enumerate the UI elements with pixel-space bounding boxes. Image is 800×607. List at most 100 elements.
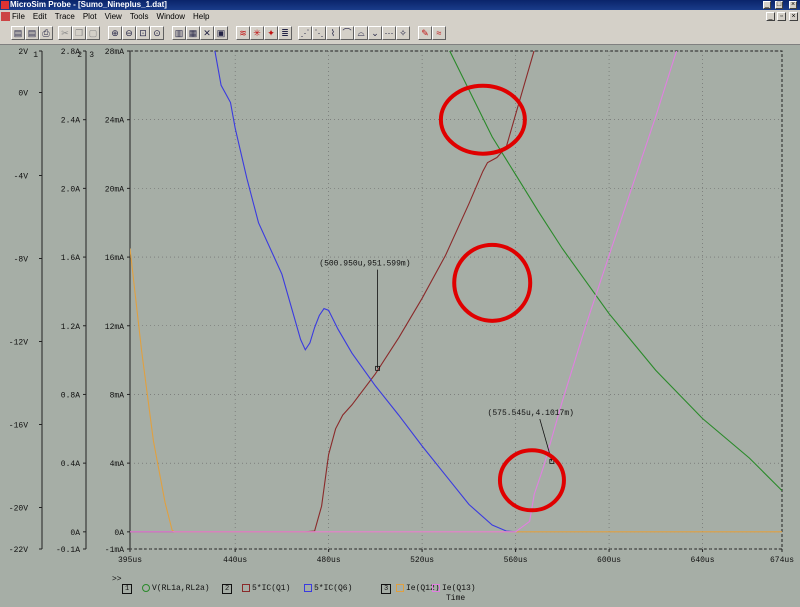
menu-view[interactable]: View [105,10,122,23]
trace-1-icon[interactable]: ≋ [236,26,250,40]
zoom-in-icon[interactable]: ⊕ [108,26,122,40]
y-axis-3-tick-label: 0A [114,529,124,538]
axis-3-icon[interactable]: ✕ [200,26,214,40]
zoom-out-icon[interactable]: ⊖ [122,26,136,40]
toolbar: ▤ ▤ ⎙ ✂ ❐ ▢ ⊕ ⊖ ⊡ ⊙ ▥ ▦ ✕ ▣ ≋ ✳ ✦ ≣ ⋰ ⋱ ⌇ ⌒ ⌓ ⌄ ⋯ ✧ ✎ ≈ [0,23,800,45]
legend-marker-icon [432,584,440,592]
cursor-2-icon[interactable]: ⋱ [312,26,326,40]
y-axis-2-tick-label: 2.0A [61,185,80,194]
y-axis-2-tick-label: -0.1A [56,546,80,555]
legend-label: 5*IC(Q6) [314,584,353,594]
menu-trace[interactable]: Trace [55,10,75,23]
cursor-readout-2: (575.545u,4.1017m) [488,409,574,418]
legend-marker-icon [304,584,312,592]
window-title: MicroSim Probe - [Sumo_Nineplus_1.dat] [10,0,167,9]
zoom-area-icon[interactable]: ⊡ [136,26,150,40]
legend-label: V(RL1a,RL2a) [152,584,210,594]
copy-icon[interactable]: ❐ [72,26,86,40]
paste-icon[interactable]: ▢ [86,26,100,40]
cursor-1-icon[interactable]: ⋰ [298,26,312,40]
maximize-button[interactable]: □ [775,1,783,9]
legend-axis-box-2[interactable]: 2 [222,584,235,594]
y-axis-1-tick-label: -12V [9,339,28,348]
menu-plot[interactable]: Plot [83,10,97,23]
y-axis-1-tick-label: -20V [9,505,28,514]
axis-2-icon[interactable]: ▦ [186,26,200,40]
open-icon[interactable]: ▤ [11,26,25,40]
plot-window[interactable]: 1 2V 0V -4V -8V -12V -16V -20V -22V 2 2.8A 2.4A 2.0A… [0,45,800,602]
series-5-ic-q1--line [130,51,535,533]
cursor-8-icon[interactable]: ✧ [396,26,410,40]
cursor-7-icon[interactable]: ⋯ [382,26,396,40]
y-axis-1-tick-label: -4V [14,173,29,182]
x-axis-tick-label: 440us [223,556,247,565]
close-button[interactable]: × [789,1,797,9]
y-axis-2-tick-label: 0.8A [61,391,80,400]
menu-edit[interactable]: Edit [33,10,47,23]
legend-item-ie-q13-[interactable]: Ie(Q13) [432,584,476,593]
legend-label: 5*IC(Q1) [252,584,291,594]
y-axis-1-tick-label: 0V [18,90,28,99]
trace-2-icon[interactable]: ✳ [250,26,264,40]
plot-border [129,50,783,550]
y-axis-2-tick-label: 1.2A [61,323,80,332]
mark-1-icon[interactable]: ✎ [418,26,432,40]
app-icon [1,1,9,9]
waveform-plot[interactable]: 1 2V 0V -4V -8V -12V -16V -20V -22V 2 2.8A 2.4A 2.0A… [0,45,800,602]
trace-legend: 1 2 3 V(RL1a,RL2a) 5*IC(Q1) 5*IC(Q6) Ie(Q12) Ie… [0,575,800,595]
trace-4-icon[interactable]: ≣ [278,26,292,40]
legend-item-v-rl1a-rl2a-[interactable]: V(RL1a,RL2a) [142,584,210,593]
y-axis-1-tick-label: -8V [14,256,29,265]
axis-4-icon[interactable]: ▣ [214,26,228,40]
cursor-4-icon[interactable]: ⌒ [340,26,354,40]
document-icon[interactable] [1,12,10,21]
y-axis-3-tick-label: 28mA [105,48,124,57]
y-axis-3-tick-label: 16mA [105,254,124,263]
title-bar: MicroSim Probe - [Sumo_Nineplus_1.dat] _… [0,0,800,10]
doc-close-button[interactable]: × [789,12,798,21]
x-axis-tick-label: 640us [691,556,715,565]
zoom-fit-icon[interactable]: ⊙ [150,26,164,40]
cut-icon[interactable]: ✂ [58,26,72,40]
y-axis-1-tick-label: -16V [9,422,28,431]
open-2-icon[interactable]: ▤ [25,26,39,40]
highlight-circle-2 [452,242,533,323]
y-axis-2-tick-label: 2.4A [61,117,80,126]
cursor-3-icon[interactable]: ⌇ [326,26,340,40]
x-axis-tick-label: 600us [597,556,621,565]
print-icon[interactable]: ⎙ [39,26,53,40]
legend-axis-box-1[interactable]: 1 [122,584,135,594]
menu-list: File Edit Trace Plot View Tools Window Help [12,10,217,23]
y-axis-2-tick-label: 1.6A [61,254,80,263]
x-axis-tick-label: 674us [770,556,794,565]
legend-item-5-ic-q6-[interactable]: 5*IC(Q6) [304,584,352,593]
legend-label: Ie(Q13) [442,584,476,594]
menu-window[interactable]: Window [157,10,185,23]
legend-marker-icon [242,584,250,592]
y-axis-3-tick-label: 24mA [105,117,124,126]
y-axis-3-number: 3 [89,51,94,60]
legend-item-5-ic-q1-[interactable]: 5*IC(Q1) [242,584,290,593]
mark-2-icon[interactable]: ≈ [432,26,446,40]
menu-file[interactable]: File [12,10,25,23]
doc-restore-button[interactable]: ▫ [777,12,786,21]
y-axis-1-tick-label: 2V [18,48,28,57]
series-5-ic-q6--line [214,51,516,533]
cursor-6-icon[interactable]: ⌄ [368,26,382,40]
cursor-5-icon[interactable]: ⌓ [354,26,368,40]
y-axis-3-tick-label: 4mA [110,460,125,469]
legend-axis-box-3[interactable]: 3 [381,584,394,594]
menu-bar: File Edit Trace Plot View Tools Window Help _ ▫… [0,10,800,23]
y-axis-3-tick-label: -1mA [105,546,124,555]
doc-minimize-button[interactable]: _ [766,12,775,21]
legend-more-indicator[interactable]: >> [112,575,122,584]
menu-help[interactable]: Help [193,10,209,23]
y-axis-3-tick-label: 12mA [105,323,124,332]
y-axis-2-tick-label: 0A [70,529,80,538]
y-axis-3-tick-label: 8mA [110,391,125,400]
minimize-button[interactable]: _ [763,1,771,9]
menu-tools[interactable]: Tools [130,10,149,23]
trace-3-icon[interactable]: ✦ [264,26,278,40]
axis-1-icon[interactable]: ▥ [172,26,186,40]
y-axis-1-tick-label: -22V [9,546,28,555]
